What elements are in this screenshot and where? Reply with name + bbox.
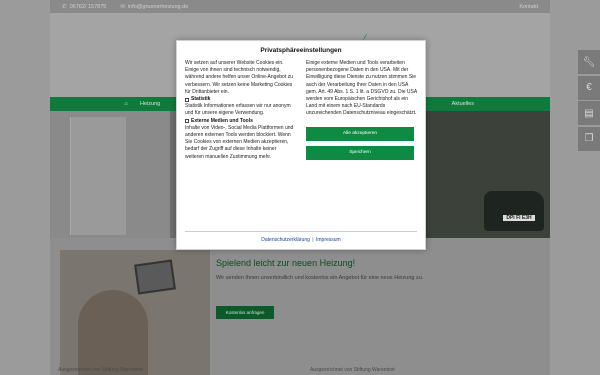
privacy-policy-link[interactable]: Datenschutzerklärung (261, 237, 310, 243)
mail-icon: ✉ (120, 3, 125, 10)
statistik-checkbox[interactable]: Statistik (185, 96, 296, 103)
promo-title: Spielend leicht zur neuen Heizung! (216, 258, 356, 268)
externe-medien-text: Inhalte von Video-, Social Media Plattfo… (185, 124, 294, 160)
chat-icon[interactable]: ▤ (578, 101, 600, 125)
imprint-link[interactable]: Impressum (316, 237, 341, 243)
promo-photo (60, 250, 210, 375)
wrench-icon[interactable]: 🔧︎ (578, 50, 600, 74)
side-toolbar: 🔧︎ € ▤ ❐ (578, 50, 600, 152)
nav-item-heizung[interactable]: Heizung (140, 101, 160, 107)
euro-icon[interactable]: € (578, 75, 600, 100)
phone-contact[interactable]: ✆ 06762/ 1578?5 (62, 4, 106, 10)
save-button[interactable]: Speichern (306, 145, 414, 160)
phone-icon: ✆ (62, 3, 67, 10)
accept-all-button[interactable]: Alle akzeptieren (306, 126, 414, 141)
modal-left-column: Wir setzen auf unserer Website Cookies e… (185, 60, 296, 161)
kontakt-link[interactable]: Kontakt (519, 4, 538, 10)
bottom-heading-right: Ausgezeichnet von Stiftung Warentest (310, 367, 395, 373)
cookie-intro: Wir setzen auf unserer Website Cookies e… (185, 60, 293, 95)
request-button[interactable]: Kostenlos anfragen (216, 306, 274, 319)
email-contact[interactable]: ✉ info@gruenerheizung.de (120, 4, 188, 10)
email-address: info@gruenerheizung.de (127, 3, 189, 10)
modal-title: Privatsphäreeinstellungen (260, 47, 342, 54)
externe-medien-label: Externe Medien und Tools (191, 117, 253, 124)
car-image (484, 191, 544, 231)
modal-right-column: Einige externe Medien und Tools verarbei… (306, 60, 417, 161)
externe-medien-checkbox[interactable]: Externe Medien und Tools (185, 118, 296, 125)
checkbox-icon[interactable] (185, 97, 189, 102)
statistik-text: Statistik Informationen erfassen wir nur… (185, 103, 291, 117)
phone-number: 06762/ 1578?5 (69, 3, 107, 10)
license-plate: DPi FI E3H (503, 215, 535, 221)
privacy-modal: Privatsphäreeinstellungen Wir setzen auf… (176, 40, 426, 250)
footer-separator: | (312, 237, 314, 243)
checkbox-icon[interactable] (185, 119, 189, 124)
statistik-label: Statistik (191, 96, 211, 103)
usa-notice: Einige externe Medien und Tools verarbei… (306, 60, 417, 117)
nav-item-aktuelles[interactable]: Aktuelles (452, 101, 474, 107)
top-bar: ✆ 06762/ 1578?5 ✉ info@gruenerheizung.de… (50, 0, 550, 13)
home-icon[interactable]: ⌂ (122, 101, 130, 107)
modal-footer: Datenschutzerklärung | Impressum (185, 231, 417, 243)
bottom-heading-left: Ausgezeichnet von Stiftung Warentest (58, 367, 143, 373)
promo-text: Wir senden Ihnen unverbindlich und koste… (216, 275, 424, 281)
copy-icon[interactable]: ❐ (578, 126, 600, 151)
